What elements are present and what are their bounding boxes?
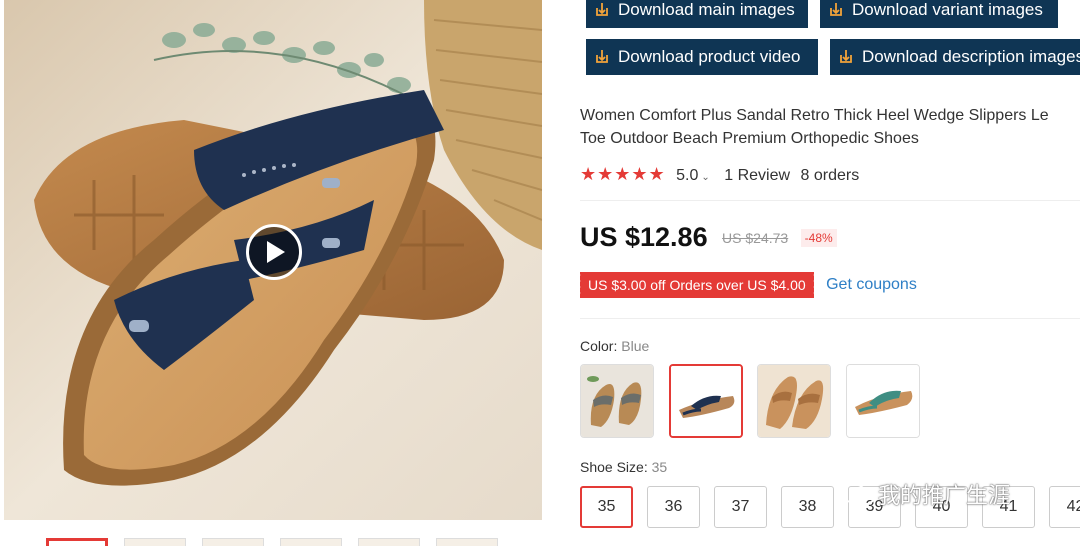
original-price: US $24.73 [722, 229, 789, 246]
download-description-images-label: Download description images [862, 47, 1080, 66]
play-icon [267, 241, 285, 263]
thumbnail-1[interactable] [46, 538, 108, 546]
wechat-icon [840, 483, 875, 506]
download-product-video-button[interactable]: Download product video [586, 39, 818, 75]
download-product-video-label: Download product video [618, 47, 801, 66]
color-label-text: Color: [580, 338, 618, 354]
size-option-38[interactable]: 38 [781, 486, 834, 528]
rating-value[interactable]: 5.0 [676, 167, 698, 184]
product-title-line-1: Women Comfort Plus Sandal Retro Thick He… [580, 107, 1049, 124]
watermark: 我的推广生涯 [838, 478, 1010, 510]
swatch-image [758, 365, 830, 437]
swatch-image [671, 366, 741, 436]
color-swatch-4[interactable] [846, 364, 920, 438]
download-icon [840, 50, 852, 63]
download-icon [596, 50, 608, 63]
product-title-line-2: Toe Outdoor Beach Premium Orthopedic Sho… [580, 130, 919, 147]
size-selected-value: 35 [651, 459, 668, 475]
download-icon [596, 3, 608, 16]
swatch-image [581, 365, 653, 437]
coupon-row: US $3.00 off Orders over US $4.00 Get co… [578, 272, 917, 300]
download-main-images-button[interactable]: Download main images [586, 0, 808, 28]
thumbnail-6[interactable] [436, 538, 498, 546]
divider [580, 200, 1080, 201]
divider [580, 318, 1080, 319]
star-rating-icon: ★★★★★ [580, 164, 666, 184]
price-row: US $12.86 US $24.73 -48% [580, 222, 837, 258]
color-selected-value: Blue [621, 338, 650, 354]
size-label: Shoe Size: 35 [580, 459, 667, 475]
download-variant-images-label: Download variant images [852, 0, 1043, 19]
download-icon [830, 3, 842, 16]
color-swatch-1[interactable] [580, 364, 654, 438]
discount-badge: -48% [800, 228, 837, 247]
size-option-37[interactable]: 37 [714, 486, 767, 528]
coupon-badge: US $3.00 off Orders over US $4.00 [578, 272, 814, 298]
color-swatch-2-selected[interactable] [669, 364, 743, 438]
current-price: US $12.86 [580, 222, 708, 252]
swatch-image [847, 365, 919, 437]
download-variant-images-button[interactable]: Download variant images [820, 0, 1058, 28]
product-title: Women Comfort Plus Sandal Retro Thick He… [580, 104, 1080, 150]
size-option-42[interactable]: 42 [1049, 486, 1080, 528]
product-main-image[interactable] [4, 0, 542, 520]
download-main-images-label: Download main images [618, 0, 795, 19]
thumbnail-5[interactable] [358, 538, 420, 546]
color-swatch-3[interactable] [757, 364, 831, 438]
thumbnail-4[interactable] [280, 538, 342, 546]
play-video-button[interactable] [246, 224, 302, 280]
download-description-images-button[interactable]: Download description images [830, 39, 1080, 75]
rating-row: ★★★★★ 5.0 ⌄ 1 Review 8 orders [580, 164, 859, 186]
thumbnail-3[interactable] [202, 538, 264, 546]
color-label: Color: Blue [580, 338, 649, 354]
size-label-text: Shoe Size: [580, 459, 648, 475]
size-option-36[interactable]: 36 [647, 486, 700, 528]
thumbnail-2[interactable] [124, 538, 186, 546]
orders-count: 8 orders [800, 167, 860, 184]
watermark-text: 我的推广生涯 [878, 484, 1011, 509]
get-coupons-link[interactable]: Get coupons [826, 276, 917, 293]
size-option-35[interactable]: 35 [580, 486, 633, 528]
review-count-link[interactable]: 1 Review [724, 167, 790, 184]
chevron-down-icon[interactable]: ⌄ [701, 172, 709, 183]
